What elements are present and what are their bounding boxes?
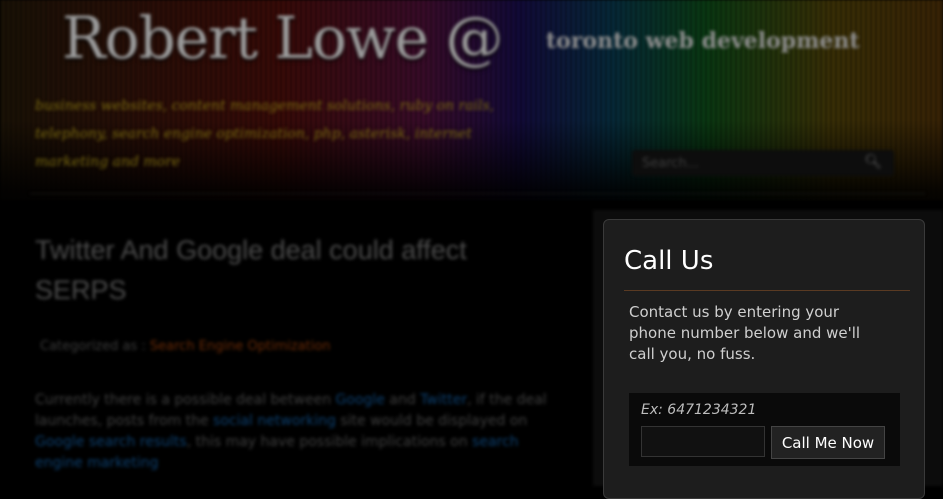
widget-title: Call Us	[624, 246, 714, 276]
site-tagline: toronto web development	[546, 28, 860, 54]
services-list: business websites, content management so…	[35, 98, 495, 170]
search-icon[interactable]: 🔍︎	[864, 154, 882, 170]
link-twitter[interactable]: Twitter	[420, 392, 467, 408]
body-text: and	[384, 392, 421, 408]
post-body: Currently there is a possible deal betwe…	[35, 390, 565, 474]
link-social-networking[interactable]: social networking	[213, 413, 336, 429]
widget-description: Contact us by entering your phone number…	[629, 303, 861, 363]
widget-divider	[624, 290, 910, 291]
call-me-now-button[interactable]: Call Me Now	[771, 426, 885, 459]
link-google-search-results[interactable]: Google search results	[35, 434, 187, 450]
phone-input[interactable]	[641, 426, 765, 457]
search-input[interactable]: Search... 🔍︎	[632, 150, 894, 176]
site-title[interactable]: Robert Lowe @	[62, 4, 503, 72]
body-text: Currently there is a possible deal betwe…	[35, 392, 336, 408]
category-link[interactable]: Search Engine Optimization	[150, 339, 331, 354]
search-placeholder: Search...	[642, 156, 700, 171]
call-us-widget: Call Us Contact us by entering your phon…	[603, 219, 925, 499]
post-category: Categorized as : Search Engine Optimizat…	[40, 339, 331, 354]
category-prefix: Categorized as :	[40, 339, 146, 354]
header-divider	[30, 193, 925, 194]
body-text: site would be displayed on	[335, 413, 528, 429]
phone-example: Ex: 6471234321	[641, 402, 757, 418]
post-title[interactable]: Twitter And Google deal could affect SER…	[35, 230, 555, 310]
call-form: Ex: 6471234321 Call Me Now	[629, 393, 900, 466]
body-text: , this may have possible implications on	[186, 434, 473, 450]
link-google[interactable]: Google	[336, 392, 385, 408]
